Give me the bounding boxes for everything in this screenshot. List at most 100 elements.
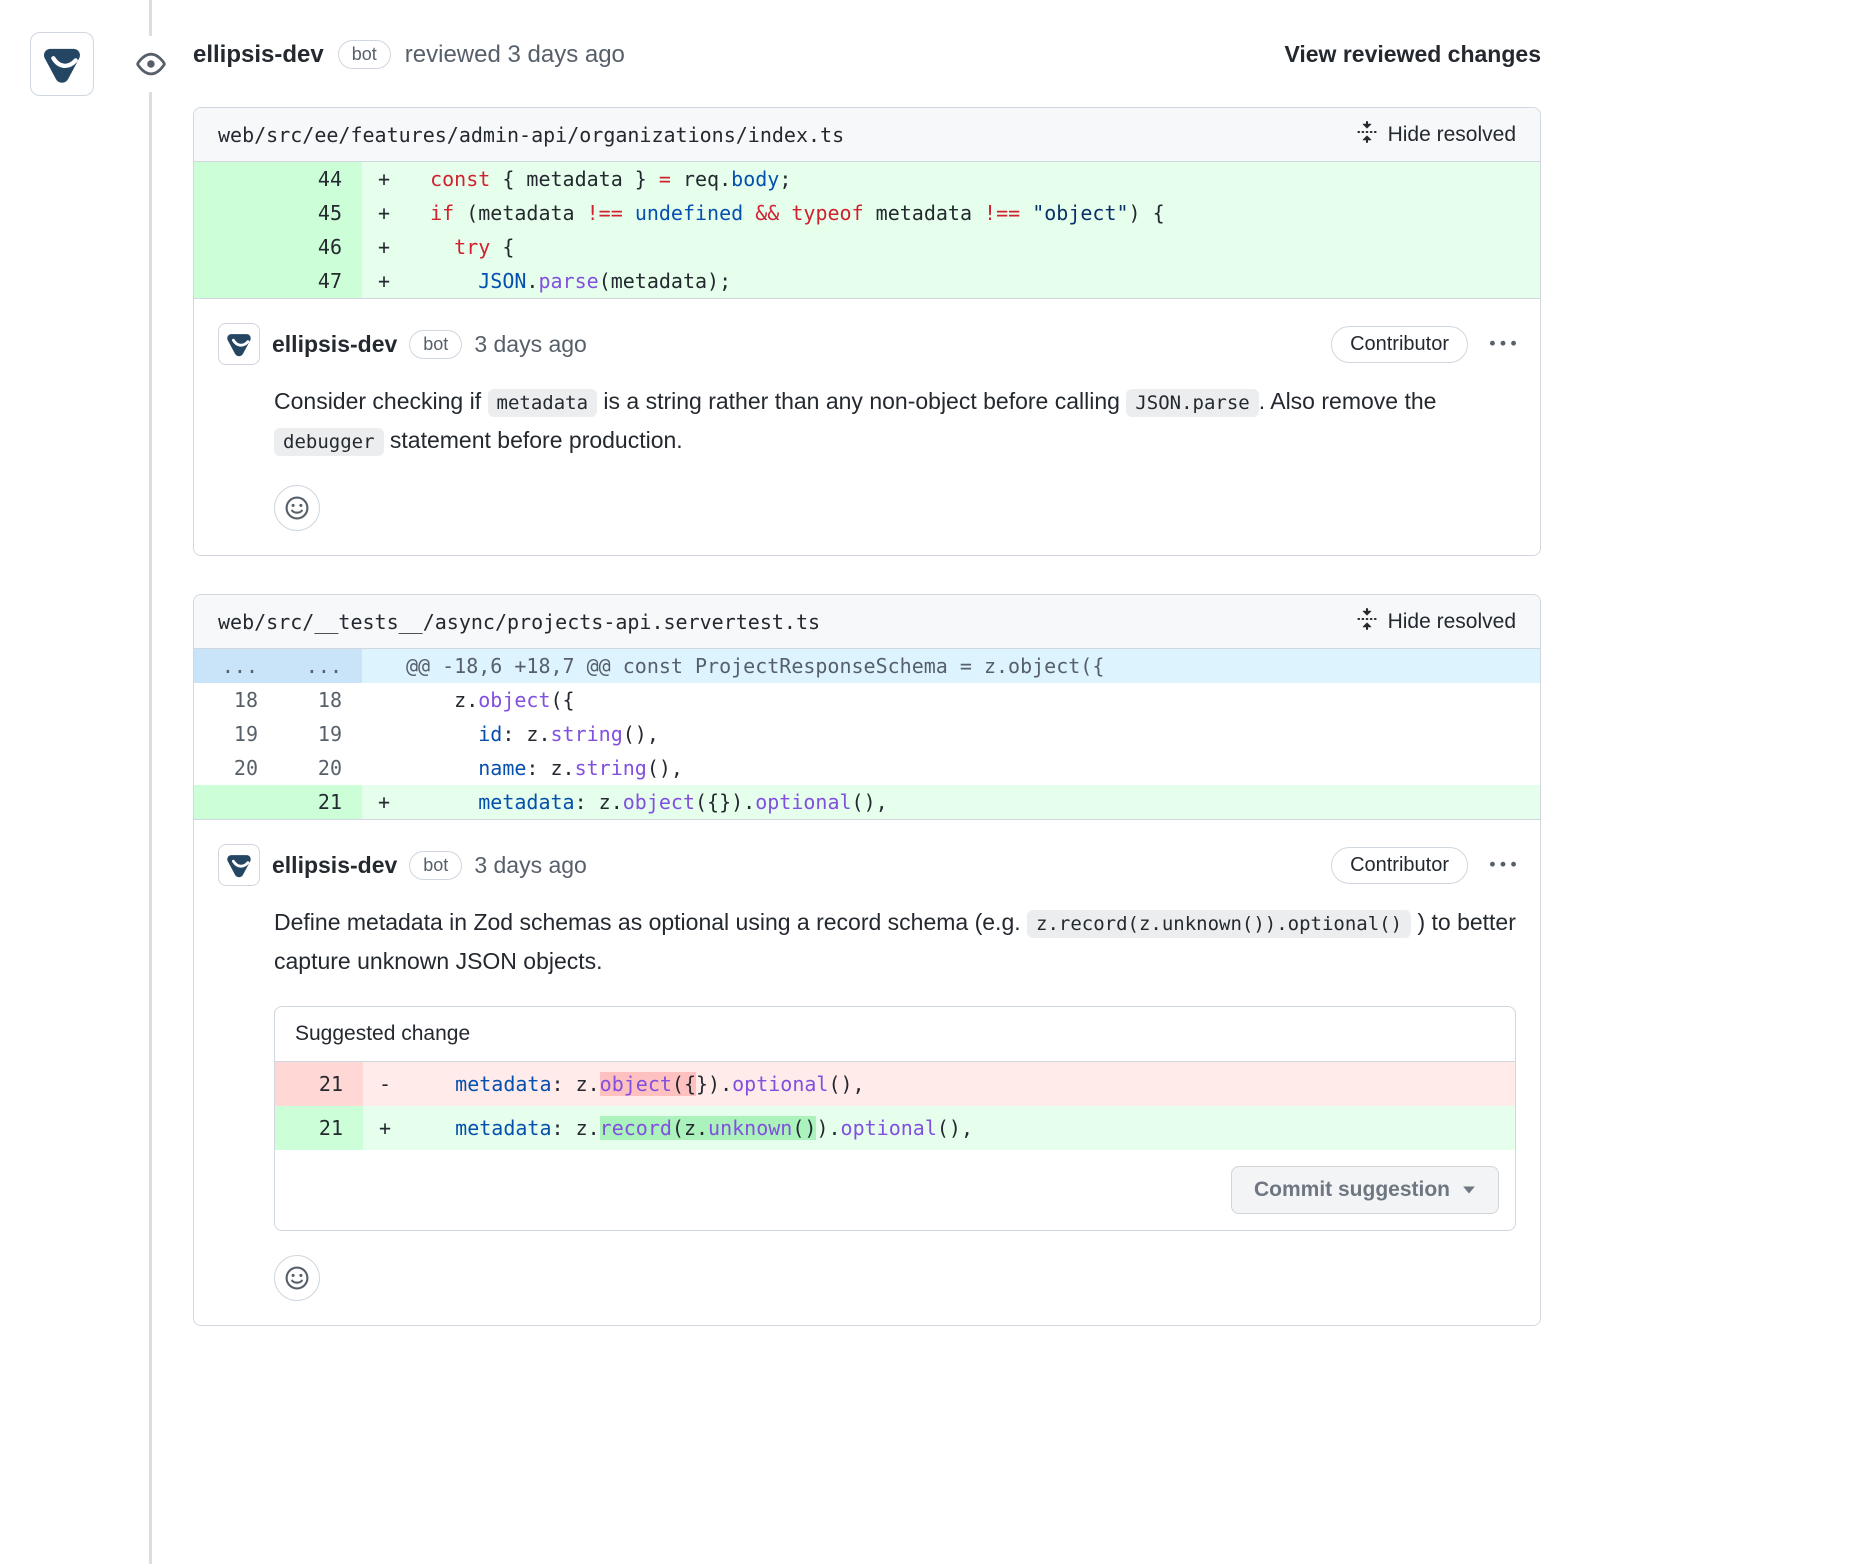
comment-timestamp[interactable]: 3 days ago [474, 852, 587, 879]
view-reviewed-changes-link[interactable]: View reviewed changes [1284, 41, 1541, 68]
comment-options-button[interactable] [1490, 331, 1516, 357]
code-text: JSON.parse(metadata); [406, 264, 1540, 298]
diff-line: 1919 id: z.string(), [194, 717, 1540, 751]
smiley-icon [284, 1265, 310, 1291]
suggestion-footer: Commit suggestion [275, 1150, 1515, 1230]
suggested-change-block: Suggested change 21- metadata: z.object(… [274, 1006, 1516, 1231]
line-number: ... [278, 649, 362, 683]
ellipsis-logo-icon [39, 41, 85, 87]
review-thread-card-1: web/src/ee/features/admin-api/organizati… [193, 107, 1541, 556]
diff-line: 44+ const { metadata } = req.body; [194, 162, 1540, 196]
code-text: z.object({ [406, 683, 1540, 717]
line-number [194, 162, 278, 196]
suggested-change-title: Suggested change [275, 1007, 1515, 1062]
line-number: 18 [278, 683, 362, 717]
code-text: metadata: z.object({}).optional(), [406, 785, 1540, 819]
diff-marker: + [362, 230, 406, 264]
line-number: 21 [275, 1106, 363, 1150]
line-number: 20 [278, 751, 362, 785]
line-number: 21 [275, 1062, 363, 1106]
reviewer-avatar[interactable] [30, 32, 94, 96]
diff-line: ......@@ -18,6 +18,7 @@ const ProjectRes… [194, 649, 1540, 683]
hide-resolved-button[interactable]: Hide resolved [1356, 608, 1516, 636]
code-text: metadata: z.object({}).optional(), [407, 1062, 1515, 1106]
line-number: 45 [278, 196, 362, 230]
fold-icon [1356, 121, 1378, 149]
diff-line: 21+ metadata: z.object({}).optional(), [194, 785, 1540, 819]
commit-suggestion-label: Commit suggestion [1254, 1178, 1450, 1202]
diff-marker: + [362, 264, 406, 298]
diff-marker [362, 717, 406, 751]
diff-marker [362, 751, 406, 785]
caret-down-icon [1462, 1185, 1476, 1195]
diff-marker: + [363, 1106, 407, 1150]
add-reaction-button[interactable] [274, 1255, 320, 1301]
comment-author-avatar[interactable] [218, 323, 260, 365]
diff-line: 21- metadata: z.object({}).optional(), [275, 1062, 1515, 1106]
inline-code: z.record(z.unknown()).optional() [1027, 910, 1411, 938]
review-action-text: reviewed 3 days ago [405, 41, 625, 69]
bot-badge: bot [409, 851, 462, 880]
line-number: 18 [194, 683, 278, 717]
line-number: 19 [278, 717, 362, 751]
comment-options-button[interactable] [1490, 852, 1516, 878]
add-reaction-button[interactable] [274, 485, 320, 531]
diff-line: 21+ metadata: z.record(z.unknown()).opti… [275, 1106, 1515, 1150]
line-number: 47 [278, 264, 362, 298]
comment-timestamp[interactable]: 3 days ago [474, 331, 587, 358]
ellipsis-logo-icon [224, 850, 254, 880]
line-number: 20 [194, 751, 278, 785]
comment-author-name[interactable]: ellipsis-dev [272, 331, 397, 358]
line-number: 46 [278, 230, 362, 264]
fold-icon [1356, 608, 1378, 636]
code-text: metadata: z.record(z.unknown()).optional… [407, 1106, 1515, 1150]
diff-marker: + [362, 162, 406, 196]
diff-block: 44+ const { metadata } = req.body;45+ if… [194, 162, 1540, 298]
diff-block: ......@@ -18,6 +18,7 @@ const ProjectRes… [194, 649, 1540, 819]
hide-resolved-button[interactable]: Hide resolved [1356, 121, 1516, 149]
diff-file-header: web/src/ee/features/admin-api/organizati… [194, 108, 1540, 162]
file-path-link[interactable]: web/src/ee/features/admin-api/organizati… [218, 123, 844, 147]
diff-line: 45+ if (metadata !== undefined && typeof… [194, 196, 1540, 230]
review-comment: ellipsis-dev bot 3 days ago Contributor … [194, 819, 1540, 1325]
comment-body: Consider checking if metadata is a strin… [274, 383, 1516, 461]
file-path-link[interactable]: web/src/__tests__/async/projects-api.ser… [218, 610, 820, 634]
inline-code: metadata [488, 389, 598, 417]
line-number [194, 196, 278, 230]
eye-icon [128, 36, 174, 92]
kebab-icon [1490, 852, 1516, 878]
diff-line: 2020 name: z.string(), [194, 751, 1540, 785]
line-number: ... [194, 649, 278, 683]
comment-author-name[interactable]: ellipsis-dev [272, 852, 397, 879]
diff-line: 1818 z.object({ [194, 683, 1540, 717]
line-number: 21 [278, 785, 362, 819]
diff-file-header: web/src/__tests__/async/projects-api.ser… [194, 595, 1540, 649]
comment-body: Define metadata in Zod schemas as option… [274, 904, 1516, 980]
comment-header: ellipsis-dev bot 3 days ago Contributor [218, 323, 1516, 365]
bot-badge: bot [338, 40, 391, 69]
commit-suggestion-button[interactable]: Commit suggestion [1231, 1166, 1499, 1214]
diff-marker [362, 683, 406, 717]
line-number: 44 [278, 162, 362, 196]
reviewer-name[interactable]: ellipsis-dev [193, 41, 324, 69]
code-text: try { [406, 230, 1540, 264]
inline-code: JSON.parse [1126, 389, 1258, 417]
inline-code: debugger [274, 428, 384, 456]
diff-line: 46+ try { [194, 230, 1540, 264]
bot-badge: bot [409, 330, 462, 359]
contributor-badge: Contributor [1331, 847, 1468, 884]
comment-author-avatar[interactable] [218, 844, 260, 886]
code-text: const { metadata } = req.body; [406, 162, 1540, 196]
contributor-badge: Contributor [1331, 326, 1468, 363]
timeline-line [149, 0, 152, 1564]
ellipsis-logo-icon [224, 329, 254, 359]
code-text: id: z.string(), [406, 717, 1540, 751]
line-number [194, 264, 278, 298]
pr-review-timeline: ellipsis-dev bot reviewed 3 days ago Vie… [0, 0, 1858, 1564]
code-text: name: z.string(), [406, 751, 1540, 785]
review-comment: ellipsis-dev bot 3 days ago Contributor … [194, 298, 1540, 555]
diff-marker [362, 649, 406, 683]
suggested-change-diff: 21- metadata: z.object({}).optional(),21… [275, 1062, 1515, 1150]
code-text: if (metadata !== undefined && typeof met… [406, 196, 1540, 230]
kebab-icon [1490, 331, 1516, 357]
